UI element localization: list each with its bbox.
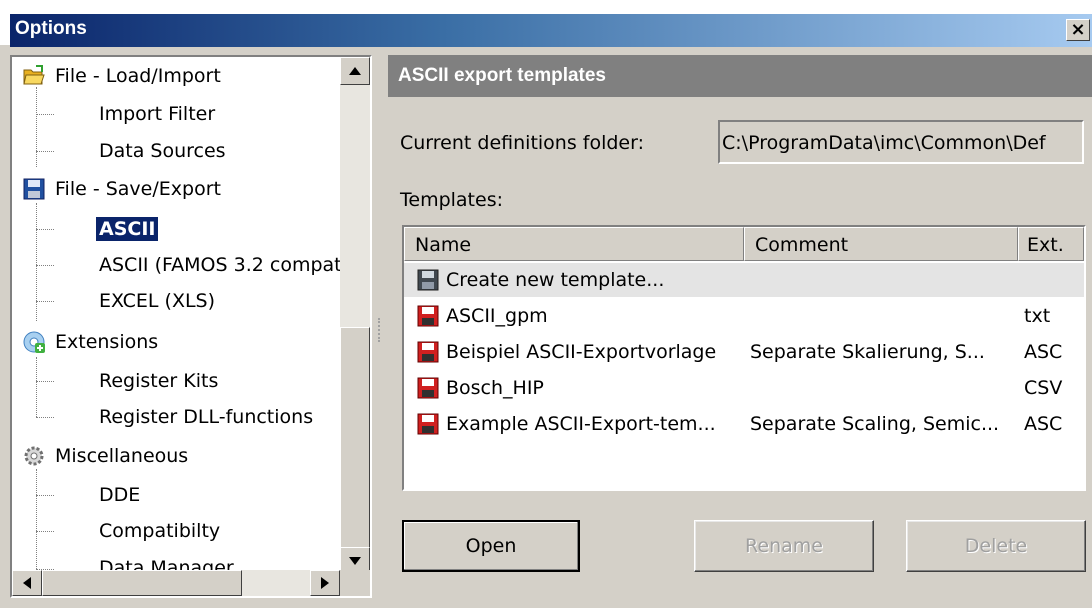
column-header-name[interactable]: Name [404,227,744,261]
open-button[interactable]: Open [402,520,580,572]
tree-item-label: Extensions [55,331,159,353]
template-comment: Separate Scaling, Semic... [750,413,1000,435]
templates-list-header: Name Comment Ext. [404,227,1084,261]
tree-item-register-dll[interactable]: Register DLL-functions [96,400,316,434]
tree-item-label: ASCII [96,217,159,241]
tree-item-label: Data Sources [99,140,226,162]
red-disk-icon [416,412,440,436]
tree-item-label: Register Kits [99,370,219,392]
tree-item-register-kits[interactable]: Register Kits [96,364,221,398]
tree-item-label: DDE [99,484,141,506]
close-icon: × [1070,19,1086,40]
tree-connector [36,203,37,321]
column-header-ext[interactable]: Ext. [1018,227,1084,261]
delete-button-label: Delete [964,535,1028,557]
red-disk-icon [416,304,440,328]
rename-button-label: Rename [745,535,823,557]
tree-connector [36,229,54,230]
red-disk-icon [416,340,440,364]
tree-connector [36,87,37,167]
folder-open-icon [22,64,46,88]
tree-item-label: File - Save/Export [55,178,221,200]
tree-item-label: Import Filter [99,103,216,125]
template-row-create-new[interactable]: Create new template... [404,263,1084,297]
tree-connector [36,114,54,115]
tree-item-label: File - Load/Import [55,65,221,87]
templates-label: Templates: [400,189,503,211]
folder-label: Current definitions folder: [400,132,644,154]
tree-item-data-sources[interactable]: Data Sources [96,134,229,168]
template-name: Beispiel ASCII-Exportvorlage [446,341,717,363]
options-tree[interactable]: File - Load/Import Import Filter Data So… [10,55,372,598]
tree-item-label: EXCEL (XLS) [99,290,216,312]
scroll-thumb[interactable] [42,570,242,596]
tree-item-label: Compatibilty [99,520,221,542]
template-comment: Separate Skalierung, S... [750,341,985,363]
red-disk-icon [416,376,440,400]
tree-horizontal-scrollbar[interactable] [12,570,340,596]
tree-item-file-save-export[interactable]: File - Save/Export [22,172,224,206]
tree-item-ascii[interactable]: ASCII [96,212,159,246]
template-row[interactable]: ASCII_gpm txt [404,299,1084,333]
delete-button[interactable]: Delete [906,520,1086,572]
definitions-folder-field[interactable]: C:\ProgramData\imc\Common\Def [718,120,1084,164]
tree-item-label: ASCII (FAMOS 3.2 compatible) [99,254,372,276]
scrollbar-corner [340,570,370,596]
template-ext: ASC [1024,341,1063,363]
tree-item-ascii-famos[interactable]: ASCII (FAMOS 3.2 compatible) [96,248,372,282]
template-name: Create new template... [446,269,665,291]
tree-item-label: Miscellaneous [55,445,189,467]
arrow-left-icon [23,577,31,589]
section-header: ASCII export templates [388,55,1092,97]
arrow-up-icon [349,67,361,75]
scroll-up-button[interactable] [340,57,370,85]
column-header-comment[interactable]: Comment [744,227,1018,261]
tree-connector [36,357,37,417]
template-name: Bosch_HIP [446,377,544,399]
window-title: Options [15,18,87,39]
arrow-right-icon [321,577,329,589]
tree-connector [36,301,54,302]
tree-connector [36,495,54,496]
template-ext: CSV [1024,377,1063,399]
tree-item-label: Register DLL-functions [99,406,314,428]
tree-item-excel-xls[interactable]: EXCEL (XLS) [96,284,218,318]
tree-connector [36,151,54,152]
tree-connector [36,417,54,418]
tree-item-dde[interactable]: DDE [96,478,143,512]
tree-item-miscellaneous[interactable]: Miscellaneous [22,439,191,473]
title-bar: Options [0,0,1092,47]
templates-list[interactable]: Name Comment Ext. Create new template...… [402,225,1086,491]
close-button[interactable]: × [1066,19,1090,41]
rename-button[interactable]: Rename [694,520,874,572]
template-name: Example ASCII-Export-tem... [446,413,716,435]
tree-item-extensions[interactable]: Extensions [22,325,161,359]
scroll-thumb[interactable] [340,327,370,572]
template-ext: txt [1024,305,1051,327]
template-row[interactable]: Example ASCII-Export-tem... Separate Sca… [404,407,1084,441]
tree-item-import-filter[interactable]: Import Filter [96,97,218,131]
open-button-label: Open [465,535,517,557]
template-name: ASCII_gpm [446,305,548,327]
template-ext: ASC [1024,413,1063,435]
extensions-icon [22,330,46,354]
tree-item-file-load-import[interactable]: File - Load/Import [22,59,224,93]
template-row[interactable]: Beispiel ASCII-Exportvorlage Separate Sk… [404,335,1084,369]
tree-vertical-scrollbar[interactable] [340,57,370,575]
pane-splitter[interactable] [378,318,382,342]
tree-connector [36,381,54,382]
title-bar-caption[interactable]: Options [10,14,1092,47]
scroll-left-button[interactable] [12,570,42,596]
floppy-disk-icon [22,177,46,201]
tree-connector [36,531,54,532]
tree-item-compatibilty[interactable]: Compatibilty [96,514,223,548]
definitions-folder-value: C:\ProgramData\imc\Common\Def [722,132,1046,154]
dark-disk-icon [416,268,440,292]
gear-icon [22,444,46,468]
tree-connector [36,265,54,266]
scroll-right-button[interactable] [310,570,340,596]
arrow-down-icon [349,557,361,565]
template-row[interactable]: Bosch_HIP CSV [404,371,1084,405]
